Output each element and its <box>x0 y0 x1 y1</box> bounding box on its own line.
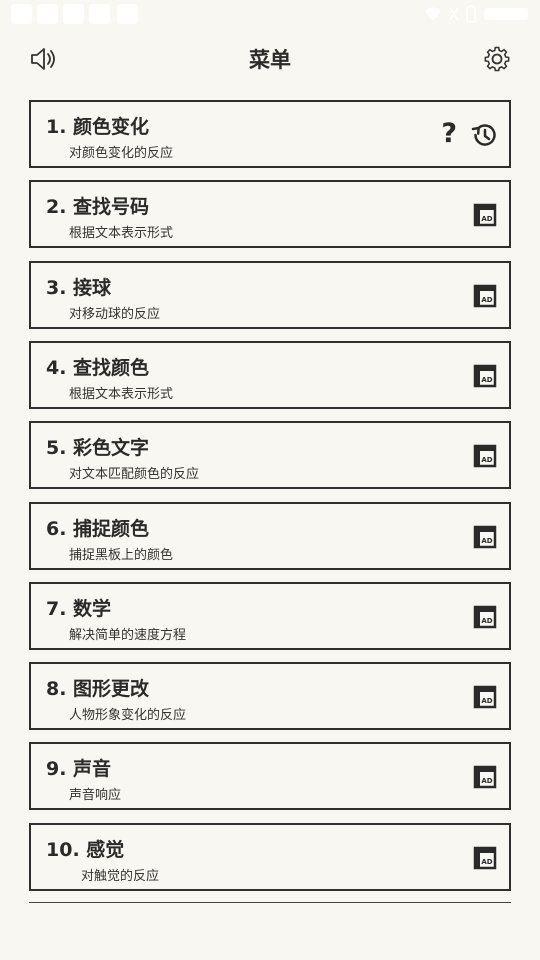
svg-text:AD: AD <box>481 537 492 545</box>
menu-item-8[interactable]: 8. 图形更改人物形象变化的反应 AD <box>29 662 511 731</box>
menu-item-title: 9. 声音 <box>46 758 112 781</box>
menu-item-4[interactable]: 4. 查找颜色根据文本表示形式 AD <box>29 340 511 409</box>
menu-item-title: 8. 图形更改 <box>46 678 150 701</box>
menu-item-title: 4. 查找颜色 <box>46 356 150 379</box>
menu-item-subtitle: 根据文本表示形式 <box>69 226 174 242</box>
menu-item-3[interactable]: 3. 接球对移动球的反应 AD <box>29 260 511 329</box>
menu-item-subtitle: 根据文本表示形式 <box>69 386 174 402</box>
notification-icon <box>89 4 110 24</box>
menu-item-subtitle: 解决简单的速度方程 <box>69 627 187 643</box>
menu-item-subtitle: 对颜色变化的反应 <box>69 146 174 161</box>
notification-icon <box>63 4 84 24</box>
menu-item-10[interactable]: 10. 感觉对触觉的反应 AD <box>29 822 511 891</box>
menu-item-subtitle: 人物形象变化的反应 <box>69 708 187 724</box>
svg-text:AD: AD <box>481 858 492 866</box>
ad-icon: AD <box>473 203 497 227</box>
menu-item-6[interactable]: 6. 捕捉颜色捕捉黑板上的颜色 AD <box>29 501 511 570</box>
battery-icon <box>466 5 476 23</box>
notification-icon <box>37 4 58 24</box>
clock-icon <box>484 8 528 20</box>
ad-icon: AD <box>473 444 497 468</box>
app-header: 菜单 <box>0 36 540 82</box>
svg-text:AD: AD <box>481 296 492 304</box>
page-title: 菜单 <box>249 48 291 72</box>
menu-item-subtitle: 对文本匹配颜色的反应 <box>69 467 200 483</box>
divider <box>29 902 511 903</box>
menu-item-subtitle: 声音响应 <box>69 788 122 804</box>
ad-icon: AD <box>473 605 497 629</box>
menu-item-title: 3. 接球 <box>46 276 112 299</box>
menu-item-title: 7. 数学 <box>46 597 112 620</box>
svg-text:AD: AD <box>481 215 492 223</box>
wifi-icon <box>425 7 441 21</box>
menu-item-subtitle: 对移动球的反应 <box>69 306 161 322</box>
menu-item-title: 2. 查找号码 <box>46 196 150 219</box>
menu-item-title: 5. 彩色文字 <box>46 437 150 460</box>
notification-icon <box>117 4 138 24</box>
status-indicators <box>424 3 532 25</box>
ad-icon: AD <box>473 846 497 870</box>
menu-item-9[interactable]: 9. 声音声音响应 AD <box>29 742 511 811</box>
menu-item-subtitle: 捕捉黑板上的颜色 <box>69 547 174 563</box>
menu-item-subtitle: 对触觉的反应 <box>81 868 160 884</box>
history-icon[interactable] <box>469 120 499 150</box>
ad-icon: AD <box>473 765 497 789</box>
svg-text:AD: AD <box>481 617 492 625</box>
svg-text:AD: AD <box>481 777 492 785</box>
svg-text:AD: AD <box>481 697 492 705</box>
menu-item-1[interactable]: 1. 颜色变化对颜色变化的反应? <box>29 100 511 168</box>
svg-text:AD: AD <box>481 456 492 464</box>
gear-icon[interactable] <box>482 44 512 74</box>
ad-icon: AD <box>473 284 497 308</box>
menu-item-title: 1. 颜色变化 <box>46 116 150 138</box>
question-icon[interactable]: ? <box>441 118 457 149</box>
menu-item-7[interactable]: 7. 数学解决简单的速度方程 AD <box>29 581 511 650</box>
ad-icon: AD <box>473 685 497 709</box>
ad-icon: AD <box>473 364 497 388</box>
notification-icon <box>11 4 32 24</box>
svg-text:AD: AD <box>481 376 492 384</box>
signal-icon <box>449 7 459 21</box>
ad-icon: AD <box>473 525 497 549</box>
menu-item-2[interactable]: 2. 查找号码根据文本表示形式 AD <box>29 180 511 249</box>
status-bar <box>0 0 540 28</box>
menu-item-title: 10. 感觉 <box>46 838 125 861</box>
menu-item-5[interactable]: 5. 彩色文字对文本匹配颜色的反应 AD <box>29 421 511 490</box>
menu-item-title: 6. 捕捉颜色 <box>46 517 150 540</box>
